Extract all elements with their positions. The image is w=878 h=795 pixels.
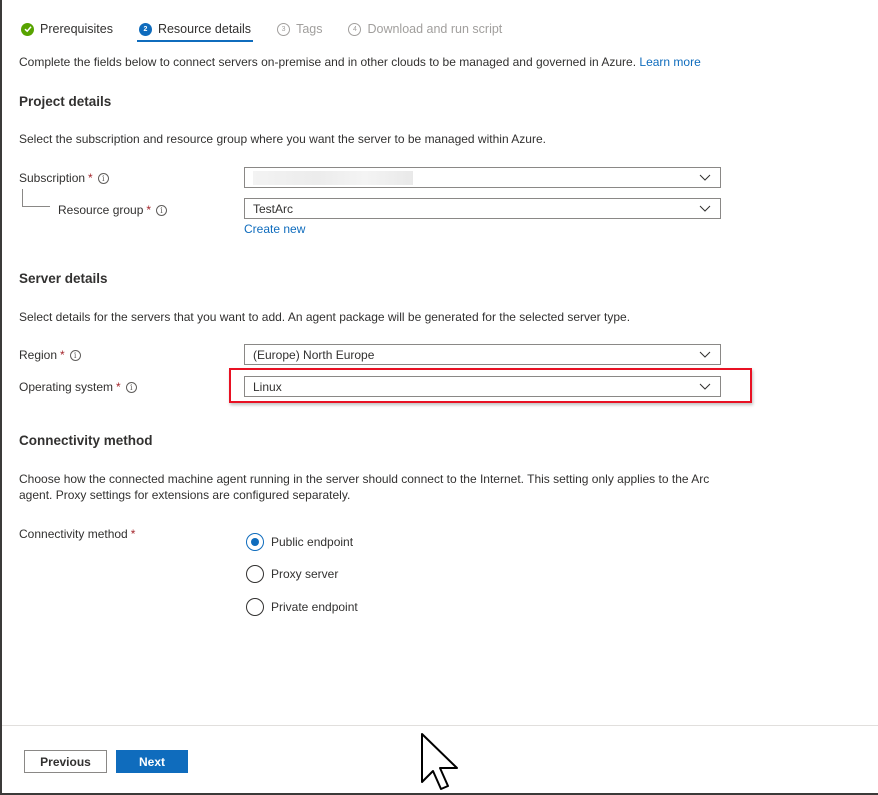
subscription-dropdown[interactable] (244, 167, 721, 188)
radio-button[interactable] (246, 598, 264, 616)
radio-private-endpoint[interactable]: Private endpoint (246, 598, 358, 616)
tab-label: Prerequisites (40, 22, 113, 36)
operating-system-value: Linux (253, 379, 282, 394)
info-icon[interactable]: i (125, 381, 137, 393)
connectivity-description-line: Choose how the connected machine agent r… (19, 472, 710, 486)
connectivity-method-label-text: Connectivity method (19, 527, 128, 541)
wizard-tabs: Prerequisites 2 Resource details 3 Tags … (21, 18, 528, 44)
subscription-label-text: Subscription (19, 171, 86, 185)
required-marker: * (88, 171, 93, 185)
radio-label: Proxy server (271, 567, 339, 581)
tab-resource-details[interactable]: 2 Resource details (136, 18, 254, 42)
tab-prerequisites[interactable]: Prerequisites (21, 18, 113, 40)
radio-label: Private endpoint (271, 600, 358, 614)
step-number-icon: 3 (277, 22, 291, 36)
radio-button-checked[interactable] (246, 533, 264, 551)
wizard-frame (0, 0, 878, 795)
required-marker: * (116, 380, 121, 394)
mouse-cursor-icon (421, 733, 458, 790)
tab-download-and-run-script[interactable]: 4 Download and run script (348, 18, 502, 40)
info-icon[interactable]: i (156, 204, 168, 216)
info-icon[interactable]: i (97, 172, 109, 184)
required-marker: * (60, 348, 65, 362)
footer-divider (2, 725, 878, 726)
subscription-label: Subscription * i (19, 171, 109, 185)
server-details-heading: Server details (19, 271, 108, 286)
operating-system-dropdown[interactable]: Linux (244, 376, 721, 397)
radio-proxy-server[interactable]: Proxy server (246, 565, 338, 583)
step-number-icon: 2 (138, 22, 152, 36)
learn-more-link[interactable]: Learn more (639, 55, 700, 69)
check-icon (21, 22, 34, 36)
region-dropdown[interactable]: (Europe) North Europe (244, 344, 721, 365)
tree-connector (22, 206, 50, 207)
required-marker: * (130, 527, 136, 541)
tab-label: Resource details (157, 22, 252, 36)
project-details-heading: Project details (19, 94, 112, 109)
radio-public-endpoint[interactable]: Public endpoint (246, 533, 353, 551)
region-label: Region * i (19, 348, 81, 362)
server-details-description: Select details for the servers that you … (19, 310, 631, 324)
resource-group-dropdown[interactable]: TestArc (244, 198, 721, 219)
connectivity-method-label: Connectivity method * (19, 527, 135, 541)
resource-group-label-text: Resource group (58, 203, 144, 217)
radio-label: Public endpoint (271, 535, 354, 549)
tab-tags[interactable]: 3 Tags (277, 18, 322, 40)
operating-system-label-text: Operating system (19, 380, 114, 394)
chevron-down-icon (699, 174, 711, 181)
connectivity-heading: Connectivity method (19, 433, 153, 448)
intro-text: Complete the fields below to connect ser… (19, 55, 701, 69)
chevron-down-icon (699, 205, 711, 212)
resource-group-value: TestArc (253, 201, 294, 216)
tree-connector (22, 189, 23, 206)
tab-label: Download and run script (367, 22, 503, 36)
connectivity-description-line: agent. Proxy settings for extensions are… (19, 488, 351, 502)
radio-button[interactable] (246, 565, 264, 583)
chevron-down-icon (699, 351, 711, 358)
step-number-icon: 4 (348, 22, 362, 36)
region-label-text: Region (19, 348, 58, 362)
required-marker: * (146, 203, 152, 217)
operating-system-label: Operating system * i (19, 380, 137, 394)
intro-description: Complete the fields below to connect ser… (19, 55, 637, 69)
tab-label: Tags (296, 22, 323, 36)
project-details-description: Select the subscription and resource gro… (19, 132, 546, 146)
resource-group-label: Resource group * i (58, 203, 168, 217)
chevron-down-icon (699, 383, 711, 390)
info-icon[interactable]: i (69, 349, 81, 361)
create-new-link[interactable]: Create new (244, 222, 305, 236)
next-button[interactable]: Next (116, 750, 188, 773)
region-value: (Europe) North Europe (253, 347, 375, 362)
previous-button[interactable]: Previous (24, 750, 107, 773)
redacted-subscription-value (253, 170, 413, 185)
connectivity-description: Choose how the connected machine agent r… (19, 471, 709, 503)
